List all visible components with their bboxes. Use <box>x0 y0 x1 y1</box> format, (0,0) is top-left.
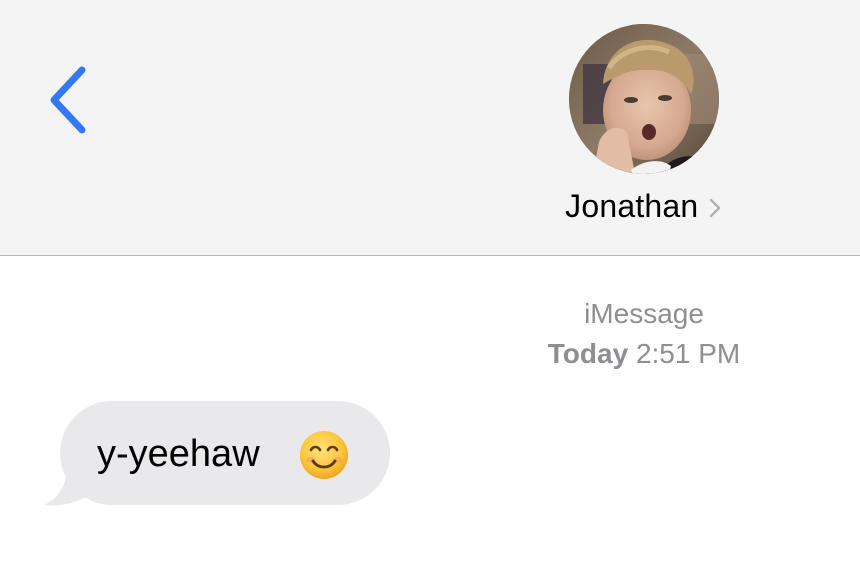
conversation-header: Jonathan <box>0 0 860 256</box>
incoming-message: y-yeehaw <box>44 401 404 511</box>
messages-screen: Jonathan iMessage Today 2:51 PM y-yeehaw <box>0 0 860 575</box>
chevron-right-icon <box>709 198 721 217</box>
message-bubble[interactable]: y-yeehaw <box>60 401 390 505</box>
service-label: iMessage <box>584 298 704 329</box>
contact-info-button[interactable]: Jonathan <box>540 20 746 230</box>
timestamp-time: 2:51 PM <box>635 338 741 369</box>
contact-photo <box>569 24 719 174</box>
contact-name-row[interactable]: Jonathan <box>540 188 746 228</box>
message-text: y-yeehaw <box>97 433 260 475</box>
timestamp: Today 2:51 PM <box>500 334 788 374</box>
back-button[interactable] <box>40 62 100 138</box>
timestamp-day: Today <box>547 338 629 369</box>
smiling-face-emoji-icon <box>300 431 348 479</box>
conversation-meta: iMessage Today 2:51 PM <box>500 294 788 374</box>
chevron-left-icon <box>50 66 86 134</box>
avatar[interactable] <box>569 24 719 174</box>
contact-name: Jonathan <box>565 188 699 224</box>
